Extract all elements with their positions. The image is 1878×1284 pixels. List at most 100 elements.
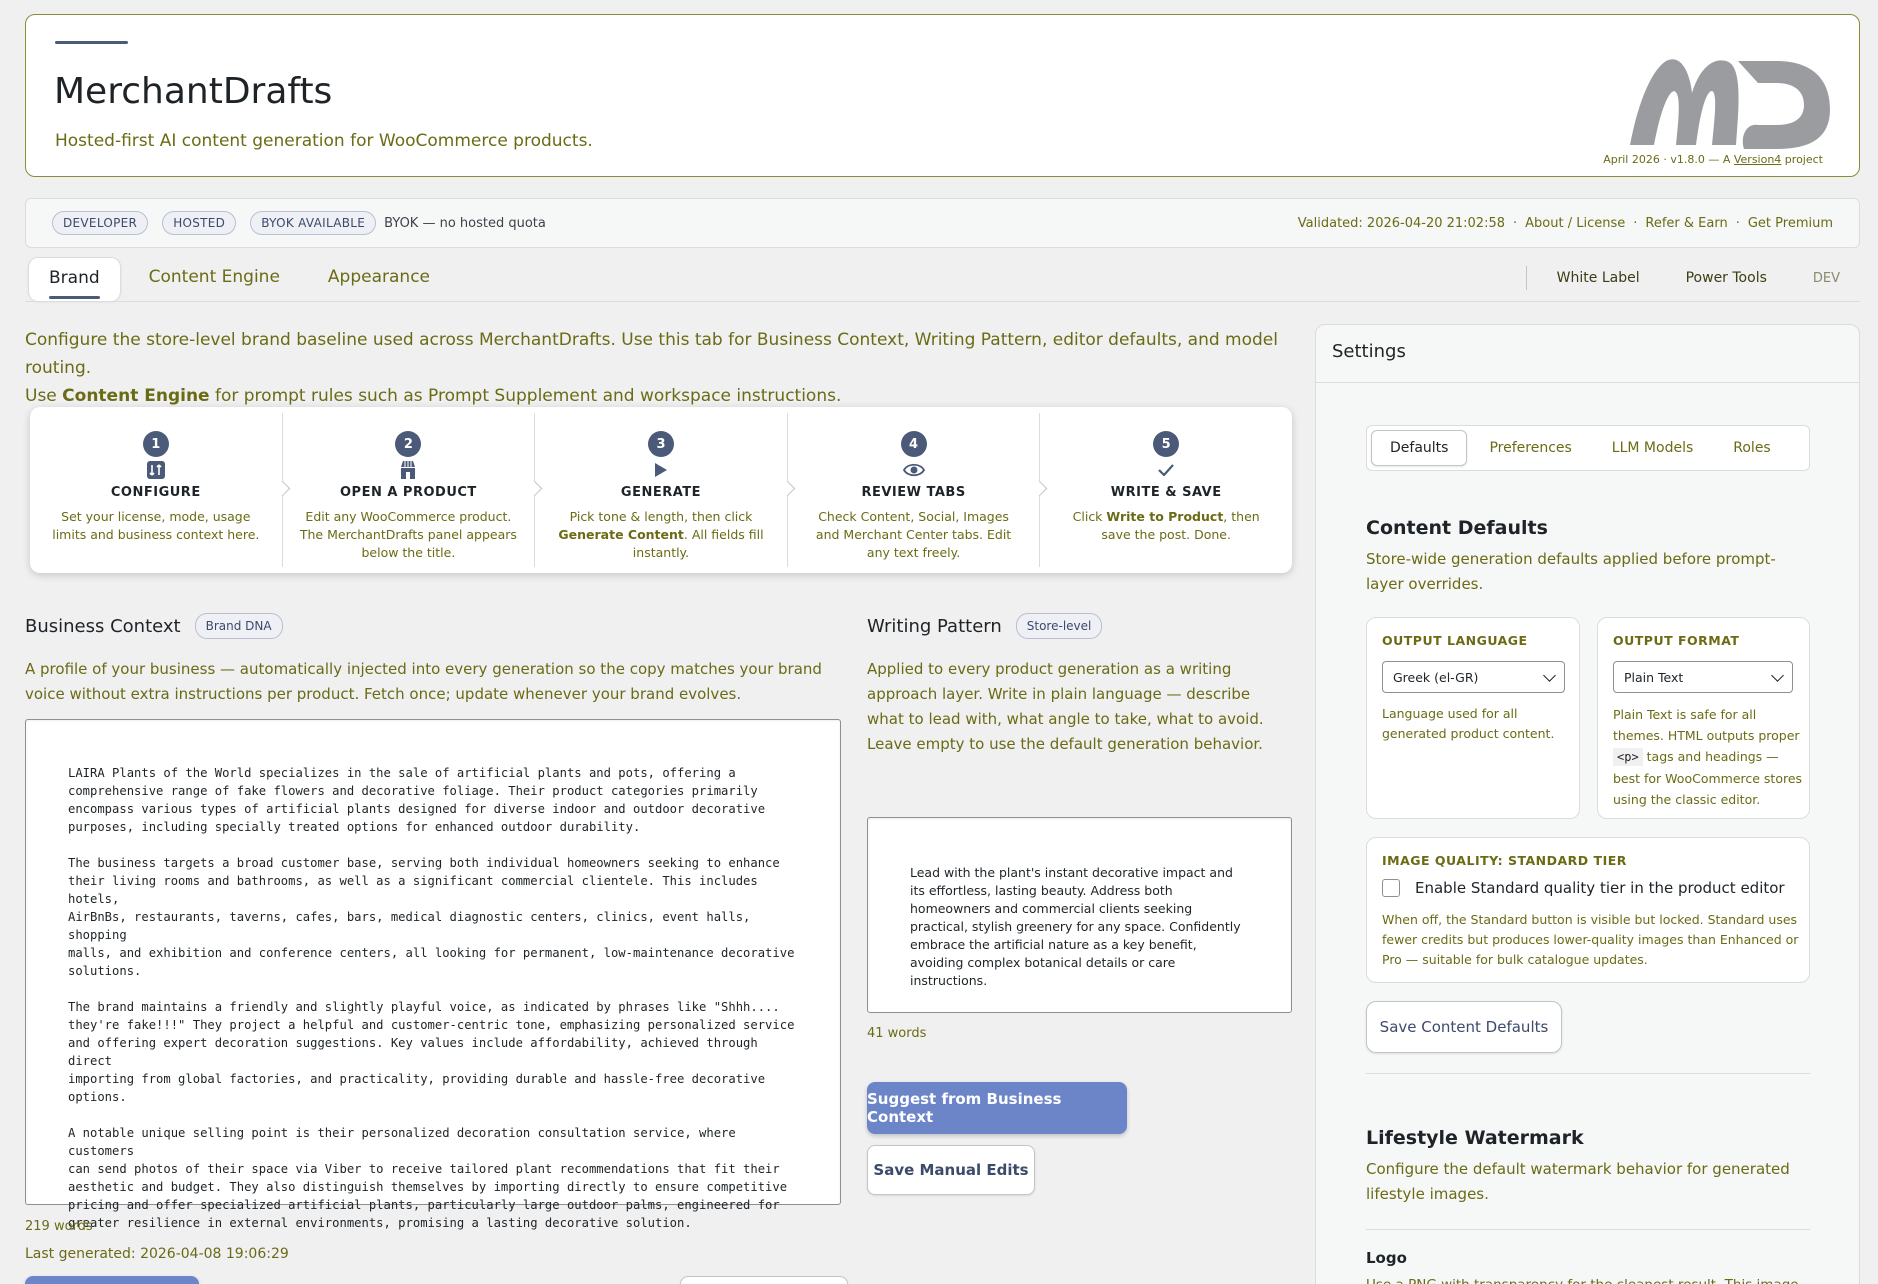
save-content-defaults-button[interactable]: Save Content Defaults — [1366, 1001, 1562, 1053]
step-desc-text: Set your license, mode, usage limits and… — [52, 509, 260, 542]
tab-white-label[interactable]: White Label — [1557, 270, 1640, 286]
chevron-down-icon — [1771, 669, 1784, 682]
step-title: OPEN A PRODUCT — [339, 485, 477, 500]
save-manual-edits-button[interactable]: Save Manual Edits — [867, 1145, 1035, 1195]
store-level-badge: Store-level — [1015, 613, 1103, 639]
main-tabs: Brand Content Engine Appearance — [28, 257, 450, 301]
logo-label: Logo — [1366, 1249, 1407, 1267]
business-context-textarea[interactable]: LAIRA Plants of the World specializes in… — [25, 719, 841, 1230]
onboarding-steps: 1 CONFIGURE Set your license, mode, usag… — [30, 407, 1292, 573]
version-text: April 2026 · v1.8.0 — A — [1603, 153, 1734, 166]
header-card: MerchantDrafts Hosted-first AI content g… — [25, 14, 1860, 177]
version-line: April 2026 · v1.8.0 — A Version4 project — [1603, 153, 1823, 166]
business-context-heading: Business Context Brand DNA — [25, 613, 283, 639]
tab-brand[interactable]: Brand — [28, 257, 121, 301]
step-number: 5 — [1153, 431, 1180, 457]
eye-icon — [788, 457, 1040, 483]
writing-pattern-textarea[interactable]: Lead with the plant's instant decorative… — [867, 817, 1292, 1013]
lifestyle-watermark-title: Lifestyle Watermark — [1366, 1127, 1584, 1149]
refer-earn-link[interactable]: Refer & Earn — [1645, 216, 1727, 231]
writing-word-count: 41 words — [867, 1026, 927, 1041]
intro-pre: Use — [25, 386, 63, 406]
step-desc-text: Pick tone & length, then click — [569, 509, 753, 524]
subtab-preferences[interactable]: Preferences — [1471, 431, 1589, 465]
step-desc-text: Edit any WooCommerce product. The Mercha… — [299, 509, 517, 560]
get-premium-link[interactable]: Get Premium — [1748, 216, 1833, 231]
fetch-business-context-button[interactable] — [25, 1276, 199, 1284]
content-engine-link[interactable]: Content Engine — [62, 386, 209, 406]
writing-pattern-text: Lead with the plant's instant decorative… — [910, 865, 1241, 988]
byok-note: BYOK — no hosted quota — [384, 215, 546, 231]
step-desc: Pick tone & length, then click Generate … — [552, 508, 770, 562]
step-title: REVIEW TABS — [861, 485, 966, 500]
tab-power-tools[interactable]: Power Tools — [1686, 270, 1767, 286]
output-language-select[interactable]: Greek (el-GR) — [1382, 661, 1565, 693]
business-context-desc: A profile of your business — automatical… — [25, 660, 822, 703]
p-tag-code: <p> — [1613, 748, 1643, 766]
tabs-divider — [25, 301, 1860, 302]
step-desc-text: Click — [1072, 509, 1107, 524]
logo-help: Use a PNG with transparency for the clea… — [1366, 1273, 1806, 1284]
subtab-llm-models[interactable]: LLM Models — [1594, 431, 1711, 465]
step-open-product: 2 OPEN A PRODUCT Edit any WooCommerce pr… — [281, 413, 535, 567]
step-title: CONFIGURE — [110, 485, 201, 500]
last-generated: Last generated: 2026-04-08 19:06:29 — [25, 1246, 289, 1262]
settings-divider — [1316, 382, 1859, 383]
business-secondary-button[interactable] — [680, 1276, 848, 1284]
step-desc-bold: Write to Product — [1106, 509, 1224, 524]
watermark-divider — [1366, 1229, 1810, 1230]
version4-link[interactable]: Version4 — [1734, 153, 1781, 166]
output-language-help: Language used for all generated product … — [1382, 706, 1555, 741]
step-generate: 3 GENERATE Pick tone & length, then clic… — [534, 413, 787, 567]
brand-intro: Configure the store-level brand baseline… — [25, 326, 1305, 410]
lifestyle-watermark-desc: Configure the default watermark behavior… — [1366, 1160, 1790, 1203]
step-desc: Check Content, Social, Images and Mercha… — [805, 508, 1023, 562]
subtab-roles[interactable]: Roles — [1715, 431, 1788, 465]
about-license-link[interactable]: About / License — [1525, 216, 1625, 231]
tab-dev[interactable]: DEV — [1813, 271, 1840, 286]
status-bar: DEVELOPER HOSTED BYOK AVAILABLE BYOK — n… — [25, 198, 1860, 248]
business-context-title: Business Context — [25, 615, 181, 637]
settings-subtabs: Defaults Preferences LLM Models Roles — [1366, 425, 1810, 471]
subtab-defaults[interactable]: Defaults — [1371, 430, 1468, 466]
check-icon — [1040, 457, 1292, 483]
page-subtitle: Hosted-first AI content generation for W… — [55, 131, 593, 151]
standard-tier-checkbox-label[interactable]: Enable Standard quality tier in the prod… — [1415, 879, 1785, 897]
content-defaults-desc: Store-wide generation defaults applied b… — [1366, 550, 1776, 593]
output-language-label: OUTPUT LANGUAGE — [1382, 633, 1528, 648]
settings-section-divider — [1366, 1073, 1810, 1074]
tabs-separator — [1525, 266, 1527, 290]
writing-pattern-title: Writing Pattern — [867, 615, 1002, 637]
step-number: 3 — [647, 431, 674, 457]
chevron-down-icon — [1543, 669, 1556, 682]
step-number: 2 — [395, 431, 422, 457]
output-format-select[interactable]: Plain Text — [1613, 661, 1793, 693]
business-context-text: LAIRA Plants of the World specializes in… — [68, 766, 795, 1230]
step-review-tabs: 4 REVIEW TABS Check Content, Social, Ima… — [786, 413, 1040, 567]
writing-pattern-heading: Writing Pattern Store-level — [867, 613, 1103, 639]
standard-tier-checkbox[interactable] — [1382, 879, 1400, 897]
image-quality-help: When off, the Standard button is visible… — [1382, 912, 1799, 967]
store-icon — [283, 457, 535, 483]
hosted-pill: HOSTED — [162, 211, 237, 235]
step-configure: 1 CONFIGURE Set your license, mode, usag… — [30, 413, 282, 567]
step-write-save: 5 WRITE & SAVE Click Write to Product, t… — [1039, 413, 1292, 567]
developer-pill: DEVELOPER — [52, 211, 149, 235]
image-quality-card: IMAGE QUALITY: STANDARD TIER Enable Stan… — [1366, 837, 1810, 983]
status-links: Validated: 2026-04-20 21:02:58 · About /… — [1297, 215, 1833, 231]
output-format-label: OUTPUT FORMAT — [1613, 633, 1740, 648]
step-desc: Edit any WooCommerce product. The Mercha… — [299, 508, 517, 562]
step-title: WRITE & SAVE — [1110, 485, 1222, 500]
header-accent-rule — [55, 41, 128, 44]
validated-timestamp: Validated: 2026-04-20 21:02:58 — [1297, 215, 1506, 231]
tab-content-engine[interactable]: Content Engine — [129, 257, 300, 301]
intro-post: for prompt rules such as Prompt Suppleme… — [209, 386, 842, 406]
tab-appearance[interactable]: Appearance — [308, 257, 450, 301]
settings-title: Settings — [1332, 341, 1406, 362]
business-word-count: 219 words — [25, 1219, 93, 1234]
step-number: 1 — [142, 431, 169, 457]
content-defaults-title: Content Defaults — [1366, 517, 1548, 539]
output-language-value: Greek (el-GR) — [1393, 669, 1479, 685]
output-format-card: OUTPUT FORMAT Plain Text Plain Text is s… — [1597, 617, 1810, 819]
suggest-from-business-context-button[interactable]: Suggest from Business Context — [867, 1082, 1127, 1134]
